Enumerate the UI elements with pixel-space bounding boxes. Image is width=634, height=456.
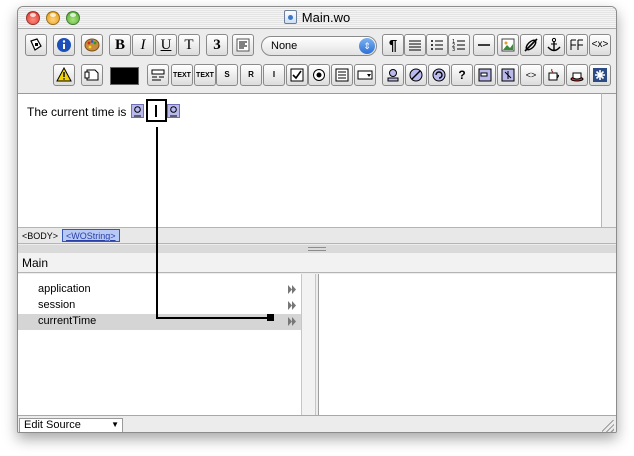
anchor-icon[interactable] [543,34,565,56]
document-icon [283,10,297,24]
browser-icon[interactable] [331,64,353,86]
cup-icon[interactable] [566,64,588,86]
horizontal-rule-icon[interactable] [473,34,495,56]
editor-scrollbar[interactable] [601,93,616,227]
view-mode-value: Edit Source [24,419,81,431]
double-arrow-icon[interactable] [288,301,297,313]
view-mode-popup[interactable]: Edit Source ▼ [19,418,123,432]
underline-button[interactable]: U [155,34,177,56]
binding-endpoint[interactable] [267,314,274,321]
editor-text: The current time is [27,105,127,119]
submit-button-icon[interactable]: S [216,64,238,86]
checkbox-icon[interactable] [286,64,308,86]
double-arrow-icon[interactable] [288,285,297,297]
detail-pane [318,274,616,415]
warning-icon[interactable] [53,64,75,86]
italic-button[interactable]: I [132,34,154,56]
elements-toolbar: TEXT TEXT S R I ? <> [18,61,616,89]
binding-line-horizontal [156,317,268,319]
element-path-bar: <BODY> <WOString> [18,227,616,244]
chevron-updown-icon: ⇕ [359,38,375,54]
image-button-icon[interactable]: I [263,64,285,86]
repetition-icon[interactable] [428,64,450,86]
color-swatch[interactable] [110,67,139,85]
text-area-icon[interactable]: TEXT [171,64,193,86]
teletype-button[interactable]: T [178,34,200,56]
star-icon[interactable] [589,64,611,86]
reset-button-icon[interactable]: R [240,64,262,86]
custom-icon[interactable] [497,64,519,86]
title-bar: Main.wo [18,7,616,29]
grip-icon [308,247,326,251]
no-link-icon[interactable] [520,34,542,56]
image-icon[interactable] [497,34,519,56]
paragraph-icon[interactable]: ¶ [382,34,404,56]
code-icon[interactable]: <x> [589,34,611,56]
paragraph-style-value: None [271,40,298,52]
bold-button[interactable]: B [109,34,131,56]
double-arrow-icon[interactable] [288,317,297,329]
binding-line-vertical [156,127,158,319]
hr-list-icon[interactable] [404,34,426,56]
align-icon[interactable] [232,34,254,56]
resize-grip-icon[interactable] [602,420,614,432]
list-scrollbar[interactable] [301,274,316,415]
formatting-toolbar: B I U T 3 None ⇕ ¶ 123 <x> [18,31,616,59]
text-field-icon[interactable] [147,64,169,86]
component-icon[interactable] [81,64,103,86]
path-wostring-tag[interactable]: <WOString> [62,229,120,242]
path-body-tag[interactable]: <BODY> [22,231,58,241]
object-browser-title: Main [18,253,616,273]
status-bar: Edit Source ▼ [18,415,616,432]
window-title-text: Main.wo [301,10,351,25]
table-icon[interactable] [566,34,588,56]
split-view-divider[interactable] [18,245,616,253]
form-icon[interactable] [474,64,496,86]
palette-icon[interactable] [81,34,103,56]
page-editor[interactable]: The current time is [18,93,601,227]
java-icon[interactable] [543,64,565,86]
list-item[interactable]: session [18,298,301,314]
conditional-icon[interactable]: ? [451,64,473,86]
numbered-list-icon[interactable]: 123 [448,34,470,56]
triangle-down-icon: ▼ [111,420,119,429]
generic-element-icon[interactable]: <> [520,64,542,86]
bullet-list-icon[interactable] [426,34,448,56]
text-icon[interactable]: TEXT [194,64,216,86]
font-size-button[interactable]: 3 [206,34,228,56]
object-browser-list: application session currentTime [18,274,301,415]
list-item-label: session [38,299,76,311]
svg-text:3: 3 [452,47,455,52]
wo-element-open-icon[interactable] [131,104,144,118]
window-title: Main.wo [18,10,616,25]
list-item-label: currentTime [38,315,97,327]
info-icon[interactable] [53,34,75,56]
list-item-label: application [38,283,91,295]
radio-icon[interactable] [308,64,330,86]
inspector-icon[interactable] [25,34,47,56]
wo-element-close-icon[interactable] [167,104,180,118]
wo-string-element[interactable] [146,99,167,122]
paragraph-style-select[interactable]: None ⇕ [261,36,377,56]
wo-string-icon[interactable] [382,64,404,86]
popup-icon[interactable] [354,64,376,86]
hyperlink-icon[interactable] [405,64,427,86]
list-item[interactable]: application [18,282,301,298]
main-window: Main.wo B I U T 3 None ⇕ ¶ 1 2 3 <x> TEX… [17,6,617,433]
